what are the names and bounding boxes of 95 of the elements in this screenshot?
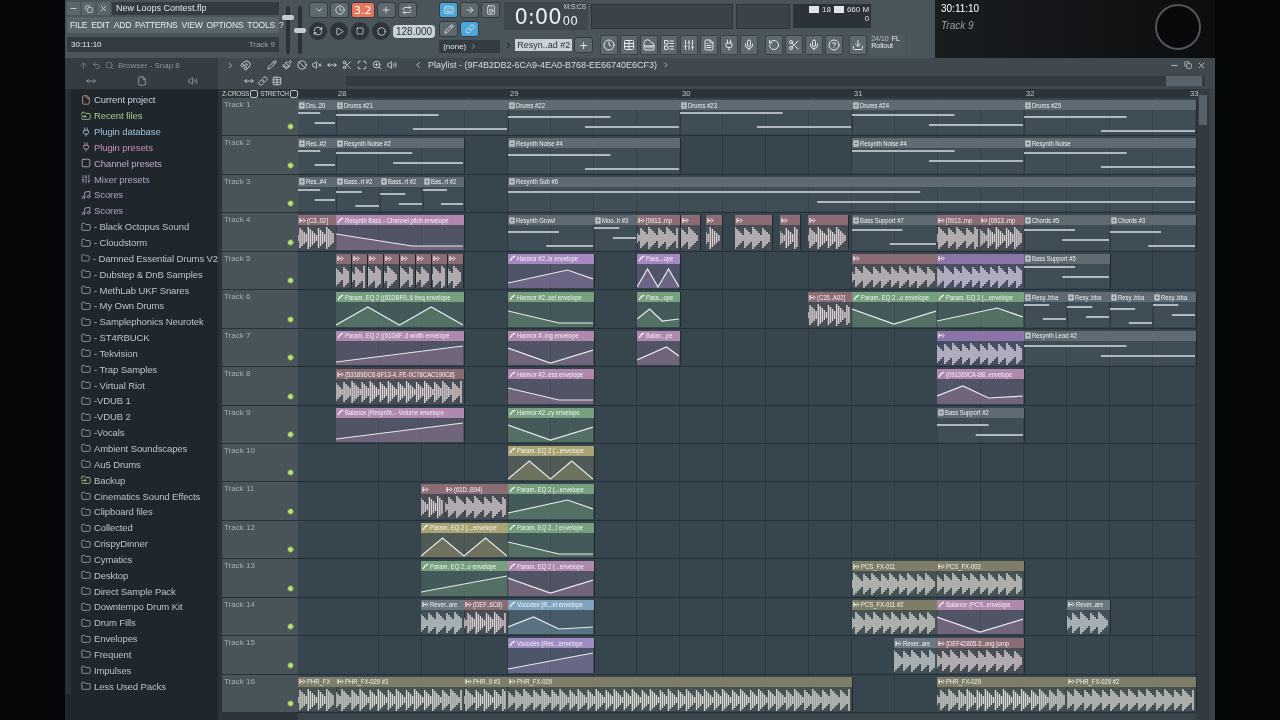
- tempo-field[interactable]: 128.000: [393, 24, 436, 38]
- browser-item[interactable]: Scores: [81, 187, 218, 203]
- browser-item[interactable]: - Trap Samples: [81, 361, 218, 378]
- track-name: Track 9: [224, 407, 251, 417]
- browser-item[interactable]: - Samplephonics Neurotek: [81, 313, 218, 330]
- browser-item[interactable]: Ambient Soundscapes: [81, 440, 218, 457]
- menu-item[interactable]: VIEW: [181, 20, 203, 30]
- track-name: Track 8: [224, 369, 251, 379]
- track-name: Track 13: [224, 561, 255, 571]
- browser-item[interactable]: Plugin presets: [81, 139, 218, 156]
- browser-item[interactable]: Frequent: [81, 646, 218, 663]
- menu-item[interactable]: EDIT: [91, 20, 110, 30]
- browser-item[interactable]: - Tekvision: [81, 345, 218, 362]
- hint-time: 30:11:10: [71, 40, 102, 49]
- track-header[interactable]: Track 10: [222, 443, 298, 483]
- track-name: Track 11: [224, 484, 255, 494]
- time-value: 0:00: [514, 6, 562, 28]
- menu-item[interactable]: FILE: [70, 20, 88, 30]
- track-header[interactable]: Track 6: [222, 290, 298, 329]
- polyphony-value: 18: [822, 5, 831, 14]
- browser-item[interactable]: Collected: [81, 519, 218, 536]
- track-header[interactable]: Track 2: [222, 136, 298, 175]
- snap-dropdown[interactable]: (none): [439, 40, 501, 53]
- browser-item[interactable]: - MethLab UKF Snares: [81, 282, 218, 298]
- playlist-title: Playlist - (9F4B2DB2-6CA9-4EA0-B768-EE66740E6CF3): [428, 60, 658, 70]
- browser-item[interactable]: CrispyDinner: [81, 535, 218, 552]
- track-header[interactable]: Track 13: [222, 559, 298, 598]
- track-name: Track 2: [224, 138, 251, 148]
- browser-item[interactable]: Cinematics Sound Effects: [81, 488, 218, 504]
- time-fraction: 00: [562, 14, 578, 28]
- track-header[interactable]: Track 7: [222, 328, 298, 368]
- browser-item[interactable]: -Vocals: [81, 424, 218, 441]
- browser-item[interactable]: Scores: [81, 202, 218, 219]
- track-name: Track 4: [224, 215, 251, 225]
- menu-item[interactable]: OPTIONS: [206, 20, 244, 30]
- track-header[interactable]: Track 5: [222, 251, 298, 291]
- browser-item[interactable]: Envelopes: [81, 630, 218, 647]
- track-name: Track 16: [224, 676, 255, 686]
- track-name: Track 5: [224, 253, 251, 263]
- browser-item[interactable]: - ST4RBUCK: [81, 329, 218, 346]
- browser-item[interactable]: Impulses: [81, 662, 218, 679]
- menu-item[interactable]: ADD: [113, 20, 132, 30]
- project-title: New Loops Contest.flp: [112, 2, 279, 15]
- browser-item[interactable]: Mixer presets: [81, 171, 218, 188]
- browser-item[interactable]: - Black Octopus Sound: [81, 218, 218, 235]
- cpu-reading: 0: [864, 14, 870, 23]
- track-name: Track 15: [224, 638, 255, 648]
- menu-item[interactable]: TOOLS: [247, 20, 276, 30]
- mode-button[interactable]: 3.2: [351, 2, 375, 18]
- browser-item[interactable]: - Virtual Riot: [81, 377, 218, 394]
- browser-item[interactable]: Au5 Drums: [81, 456, 218, 473]
- track-name: Track 10: [224, 445, 255, 455]
- browser-item[interactable]: Less Used Packs: [81, 678, 218, 695]
- add-pattern-button[interactable]: +: [574, 37, 594, 53]
- track-header[interactable]: Track 16: [222, 674, 298, 713]
- browser-item[interactable]: Downtempo Drum Kit: [81, 599, 218, 615]
- overlay-time: 30:11:10: [941, 3, 981, 14]
- track-header[interactable]: Track 3: [222, 174, 298, 214]
- track-header[interactable]: Track 8: [222, 367, 298, 406]
- pattern-selector[interactable]: Resyn..ad #2: [515, 39, 573, 51]
- browser-item[interactable]: - My Own Drums: [81, 297, 218, 314]
- track-header[interactable]: Track 9: [222, 405, 298, 444]
- track-header[interactable]: Track 15: [222, 636, 298, 675]
- track-name: Track 14: [224, 599, 255, 609]
- memory-value: 660 M: [846, 5, 870, 14]
- track-header[interactable]: Track 4: [222, 213, 298, 252]
- browser-item[interactable]: Current project: [81, 92, 218, 108]
- browser-item[interactable]: - Cloudstorm: [81, 234, 218, 251]
- track-name: Track 7: [224, 330, 251, 340]
- track-header[interactable]: Track 11: [222, 482, 298, 521]
- menu-item[interactable]: ?: [279, 20, 284, 30]
- browser-item[interactable]: Desktop: [81, 567, 218, 584]
- browser-item[interactable]: Clipboard files: [81, 503, 218, 520]
- browser-item[interactable]: Recent files: [81, 107, 218, 124]
- track-name: Track 6: [224, 292, 251, 302]
- track-header[interactable]: Track 1: [222, 98, 298, 137]
- browser-item[interactable]: Backup: [81, 472, 218, 489]
- browser-item[interactable]: Cymatics: [81, 551, 218, 568]
- browser-item[interactable]: - Damned Essential Drums V2: [81, 250, 218, 267]
- track-name: Track 1: [224, 100, 251, 109]
- browser-item[interactable]: Plugin database: [81, 123, 218, 140]
- track-name: Track 12: [224, 522, 255, 532]
- browser-item[interactable]: -VDUB 1: [81, 393, 218, 409]
- browser-item[interactable]: - Dubstep & DnB Samples: [81, 266, 218, 283]
- browser-item[interactable]: Channel presets: [81, 155, 218, 172]
- browser-title: Browser - Snap 8: [118, 60, 180, 70]
- track-name: Track 3: [224, 176, 251, 186]
- hint-track: Track 9: [248, 40, 275, 49]
- track-header[interactable]: Track 14: [222, 597, 298, 637]
- browser-item[interactable]: -VDUB 2: [81, 408, 218, 425]
- track-header[interactable]: Track 12: [222, 520, 298, 560]
- browser-item[interactable]: Drum Fills: [81, 614, 218, 631]
- browser-item[interactable]: Direct Sample Pack: [81, 583, 218, 599]
- overlay-track: Track 9: [941, 20, 975, 31]
- menu-item[interactable]: PATTERNS: [135, 20, 178, 30]
